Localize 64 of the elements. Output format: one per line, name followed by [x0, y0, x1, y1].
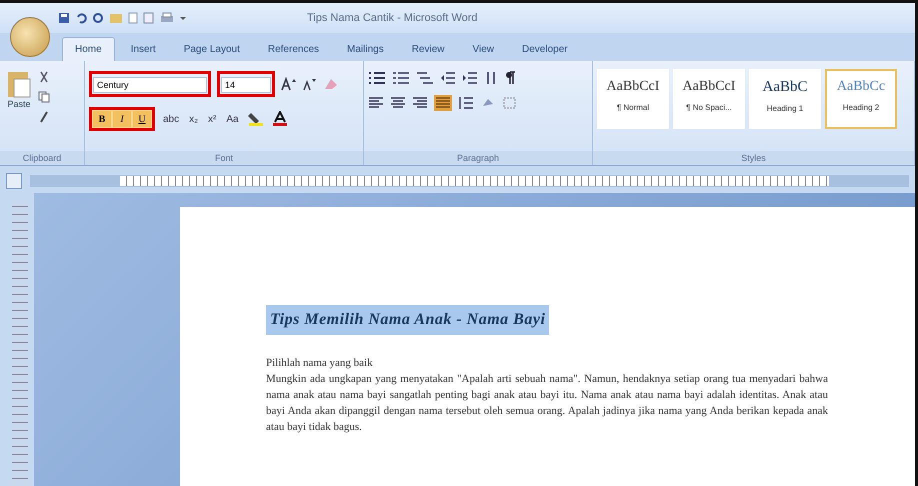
paste-button[interactable]: Paste — [4, 65, 34, 151]
numbering-icon[interactable] — [392, 71, 410, 85]
font-effect-button[interactable]: x₂ — [187, 114, 200, 124]
ribbon-tab[interactable]: Insert — [118, 37, 168, 61]
undo-icon[interactable] — [75, 12, 87, 24]
style-sample: AaBbCcI — [606, 79, 660, 95]
border-icon[interactable] — [502, 96, 518, 110]
group-label: Font — [85, 151, 363, 165]
increase-indent-icon[interactable] — [462, 71, 478, 85]
highlighter-icon[interactable] — [246, 111, 265, 127]
ribbon-tab[interactable]: References — [256, 37, 332, 61]
style-name: Heading 1 — [766, 104, 804, 113]
pilcrow-icon[interactable] — [504, 71, 516, 85]
font-effect-button[interactable]: Aa — [224, 114, 241, 124]
decrease-indent-icon[interactable] — [440, 71, 456, 85]
body-paragraph: Pilihlah nama yang baik — [266, 356, 374, 371]
ribbon-tab[interactable]: Developer — [510, 37, 580, 61]
body-paragraph: Mungkin ada ungkapan yang menyatakan "Apalah arti sebuah nama". Namun, hendaknya setiap orang tua menyadari bahwa nama anak atau nama bayi sangatlah penting bagi anak atau bayi itu. Nama anak atau nama bayi adalah identitas. Anak atau bayi Anda akan dipanggil dengan nama tersebut oleh semua orang. Apalah jadinya jika nama yang Anda berikan kepada anak atau bayi tidak bagus. — [266, 372, 828, 435]
font-color-icon[interactable] — [270, 111, 289, 127]
bullets-icon[interactable] — [368, 71, 386, 85]
office-button[interactable] — [10, 17, 50, 57]
group-label: Clipboard — [0, 151, 84, 165]
ribbon-tab[interactable]: View — [460, 37, 506, 61]
font-effect-button[interactable]: x² — [206, 114, 218, 124]
justify-icon[interactable] — [434, 95, 452, 111]
font-effect-button[interactable]: abc — [161, 114, 182, 124]
print-icon[interactable] — [160, 12, 174, 24]
cut-icon[interactable] — [38, 71, 50, 83]
window-title: Tips Nama Cantik - Microsoft Word — [307, 12, 478, 24]
align-left-icon[interactable] — [368, 96, 384, 110]
style-sample: AaBbCcI — [682, 79, 736, 95]
style-preset[interactable]: AaBbCc Heading 2 — [825, 69, 897, 129]
align-right-icon[interactable] — [412, 96, 428, 110]
clipboard-icon — [6, 69, 32, 99]
line-spacing-icon[interactable] — [458, 96, 474, 110]
copy-icon[interactable] — [38, 91, 50, 103]
format-button[interactable]: B — [93, 111, 111, 127]
multilevel-list-icon[interactable] — [416, 71, 434, 85]
group-label: Paragraph — [364, 151, 592, 165]
style-sample: AaBbC — [762, 79, 808, 96]
ribbon-tab[interactable]: Home — [62, 37, 115, 61]
ribbon-tab[interactable]: Review — [400, 37, 456, 61]
align-center-icon[interactable] — [390, 96, 406, 110]
style-name: ¶ Normal — [616, 103, 650, 112]
document-icon[interactable] — [128, 12, 138, 24]
document-heading: Tips Memilih Nama Anak - Nama Bayi — [266, 305, 550, 335]
font-size-field[interactable]: 14 — [221, 77, 271, 93]
style-preset[interactable]: AaBbCcI ¶ No Spaci... — [673, 69, 745, 129]
shrink-font-icon[interactable] — [303, 77, 317, 91]
group-label: Styles — [593, 151, 914, 165]
style-name: Heading 2 — [842, 103, 880, 112]
grow-font-icon[interactable] — [281, 77, 297, 91]
format-button[interactable]: I — [113, 111, 131, 127]
font-name-field[interactable]: Century — [93, 77, 207, 93]
style-preset[interactable]: AaBbCcI ¶ Normal — [597, 69, 669, 129]
save-icon[interactable] — [58, 12, 70, 24]
ribbon-tab[interactable]: Page Layout — [172, 37, 252, 61]
style-preset[interactable]: AaBbC Heading 1 — [749, 69, 821, 129]
print-preview-icon[interactable] — [143, 12, 155, 24]
format-button[interactable]: U — [133, 111, 151, 127]
ribbon-tab[interactable]: Mailings — [335, 37, 396, 61]
style-name: ¶ No Spaci... — [686, 103, 732, 112]
horizontal-ruler[interactable] — [30, 175, 909, 187]
style-sample: AaBbCc — [836, 79, 886, 95]
